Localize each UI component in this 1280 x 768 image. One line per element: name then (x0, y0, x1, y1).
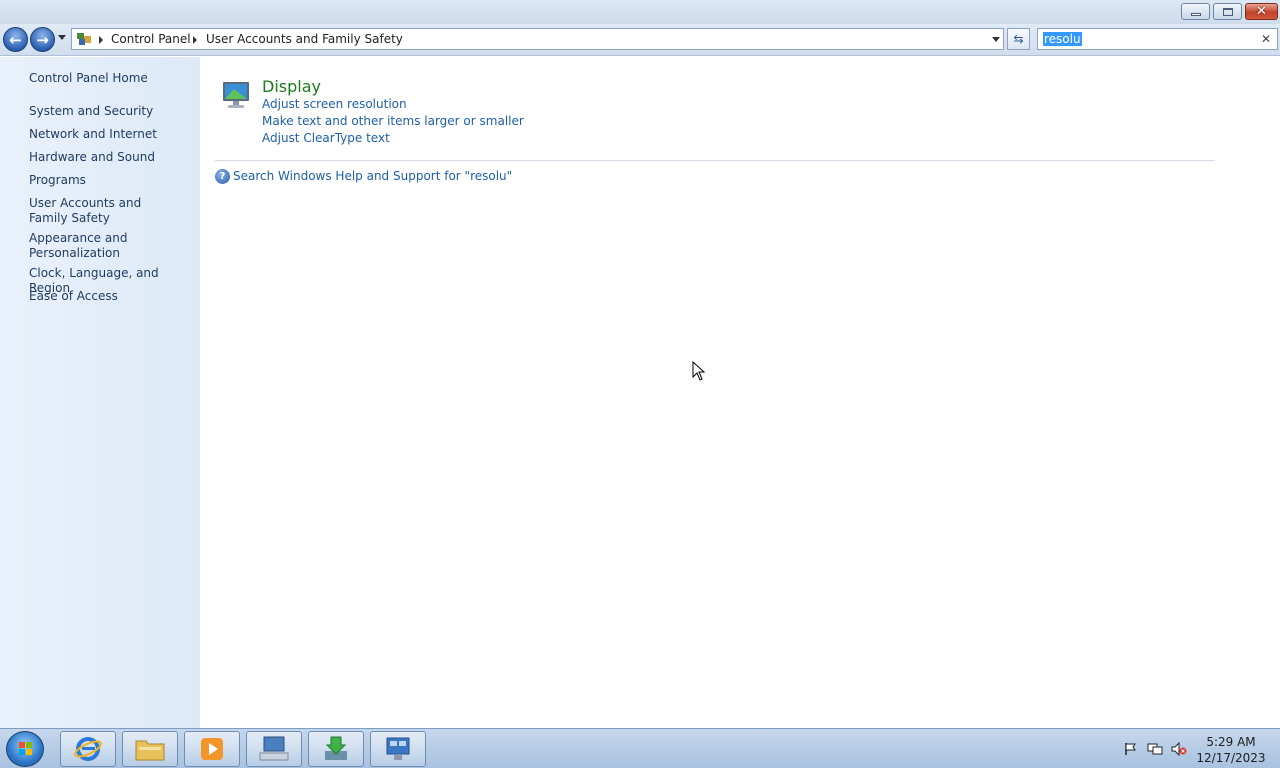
display-category-link[interactable]: Display (262, 77, 321, 96)
clear-search-icon[interactable]: ✕ (1261, 32, 1271, 46)
search-input[interactable]: resolu ✕ (1037, 28, 1278, 50)
taskbar: 5:29 AM 12/17/2023 (0, 728, 1280, 768)
sidebar-item-network-and-internet[interactable]: Network and Internet (29, 127, 189, 142)
control-panel-icon (386, 737, 410, 760)
taskbar-internet-explorer[interactable] (60, 731, 116, 767)
adjust-screen-resolution-link[interactable]: Adjust screen resolution (262, 97, 407, 111)
clock-date: 12/17/2023 (1196, 751, 1266, 765)
adjust-cleartype-link[interactable]: Adjust ClearType text (262, 131, 390, 145)
close-icon: ✕ (1256, 4, 1267, 19)
control-panel-icon (77, 33, 91, 45)
sidebar-item-user-accounts[interactable]: User Accounts and Family Safety (29, 196, 179, 226)
minimize-icon (1190, 13, 1201, 16)
download-arrow-icon (325, 736, 347, 760)
sidebar-item-programs[interactable]: Programs (29, 173, 189, 188)
internet-explorer-icon (74, 737, 102, 761)
windows-logo-icon (19, 742, 32, 755)
search-results: Display Adjust screen resolution Make te… (200, 57, 1280, 728)
arrow-left-icon: ← (9, 30, 22, 49)
navigation-bar: ← → Control Panel User Accounts and Fami… (0, 24, 1280, 56)
title-bar: ✕ (0, 0, 1280, 24)
taskbar-media-player[interactable] (184, 731, 240, 767)
display-icon (223, 82, 249, 108)
taskbar-file-explorer[interactable] (122, 731, 178, 767)
restore-icon (1222, 7, 1233, 16)
search-help-link[interactable]: Search Windows Help and Support for "res… (233, 169, 512, 183)
back-button[interactable]: ← (3, 27, 28, 52)
address-dropdown-icon[interactable] (992, 37, 1000, 42)
recent-pages-dropdown[interactable] (58, 35, 66, 40)
help-icon: ? (215, 169, 230, 184)
sidebar-item-control-panel-home[interactable]: Control Panel Home (29, 71, 189, 86)
mouse-cursor-icon (692, 361, 706, 381)
sidebar-item-appearance[interactable]: Appearance and Personalization (29, 231, 149, 261)
start-button[interactable] (6, 731, 44, 767)
volume-muted-icon[interactable] (1171, 742, 1187, 756)
breadcrumb-separator[interactable] (193, 36, 197, 44)
refresh-button[interactable]: ⇆ (1007, 28, 1030, 50)
forward-button[interactable]: → (30, 27, 55, 52)
network-icon[interactable] (1147, 742, 1163, 756)
sidebar-item-system-and-security[interactable]: System and Security (29, 104, 189, 119)
sidebar-item-ease-of-access[interactable]: Ease of Access (29, 289, 189, 304)
system-clock[interactable]: 5:29 AM 12/17/2023 (1196, 734, 1266, 766)
divider (215, 160, 1215, 161)
arrow-right-icon: → (36, 30, 49, 49)
search-input-value[interactable]: resolu (1043, 32, 1082, 46)
sidebar: Control Panel Home System and Security N… (0, 57, 200, 728)
close-button[interactable]: ✕ (1245, 3, 1278, 20)
refresh-icon: ⇆ (1013, 32, 1024, 46)
breadcrumb-user-accounts[interactable]: User Accounts and Family Safety (206, 32, 403, 46)
minimize-button[interactable] (1181, 3, 1210, 20)
address-bar[interactable]: Control Panel User Accounts and Family S… (71, 28, 1004, 50)
taskbar-computer-app[interactable] (246, 731, 302, 767)
media-player-icon (201, 738, 223, 760)
breadcrumb-separator[interactable] (99, 36, 103, 44)
breadcrumb-control-panel[interactable]: Control Panel (111, 32, 191, 46)
sidebar-item-hardware-and-sound[interactable]: Hardware and Sound (29, 150, 189, 165)
taskbar-control-panel[interactable] (370, 731, 426, 767)
action-center-flag-icon[interactable] (1123, 742, 1139, 756)
folder-icon (135, 740, 165, 761)
make-text-larger-link[interactable]: Make text and other items larger or smal… (262, 114, 524, 128)
restore-button[interactable] (1213, 3, 1242, 20)
taskbar-download-app[interactable] (308, 731, 364, 767)
clock-time: 5:29 AM (1206, 735, 1256, 749)
computer-keyboard-icon (259, 736, 289, 761)
